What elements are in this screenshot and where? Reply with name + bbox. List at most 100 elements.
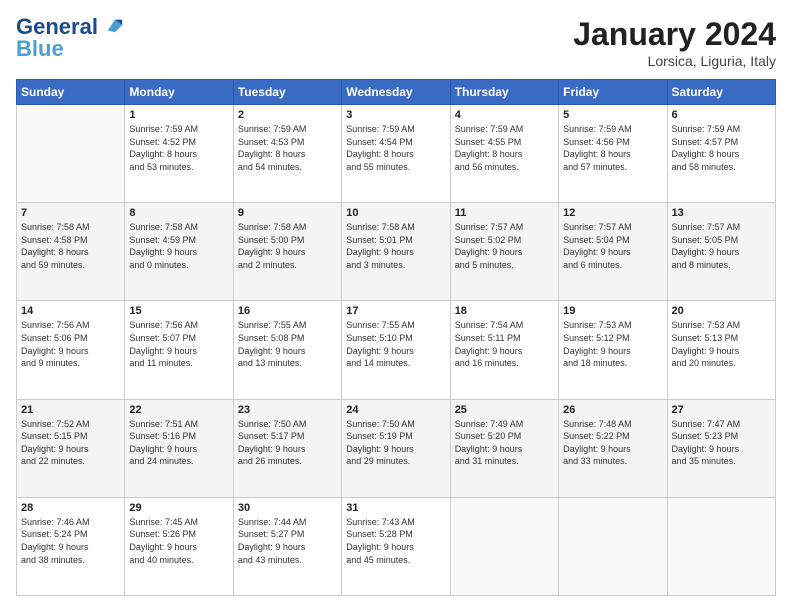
header: General Blue January 2024 Lorsica, Ligur…: [16, 16, 776, 69]
daylight-duration: and 18 minutes.: [563, 358, 627, 368]
day-number: 10: [346, 207, 445, 219]
daylight-label: Daylight: 9 hours: [238, 346, 306, 356]
calendar-cell: 6Sunrise: 7:59 AMSunset: 4:57 PMDaylight…: [667, 105, 775, 203]
sunrise-info: Sunrise: 7:49 AM: [455, 419, 524, 429]
sunrise-info: Sunrise: 7:47 AM: [672, 419, 741, 429]
daylight-duration: and 9 minutes.: [21, 358, 80, 368]
sunset-info: Sunset: 5:26 PM: [129, 529, 196, 539]
daylight-label: Daylight: 9 hours: [238, 444, 306, 454]
calendar-cell: 7Sunrise: 7:58 AMSunset: 4:58 PMDaylight…: [17, 203, 125, 301]
calendar-week-4: 21Sunrise: 7:52 AMSunset: 5:15 PMDayligh…: [17, 399, 776, 497]
day-info: Sunrise: 7:59 AMSunset: 4:53 PMDaylight:…: [238, 123, 337, 173]
daylight-label: Daylight: 9 hours: [563, 346, 631, 356]
sunrise-info: Sunrise: 7:57 AM: [672, 222, 741, 232]
sunset-info: Sunset: 5:17 PM: [238, 431, 305, 441]
calendar-title: January 2024: [573, 16, 776, 53]
day-number: 20: [672, 305, 771, 317]
sunrise-info: Sunrise: 7:55 AM: [346, 320, 415, 330]
logo-icon: [106, 16, 124, 34]
daylight-label: Daylight: 9 hours: [672, 346, 740, 356]
day-number: 28: [21, 502, 120, 514]
day-info: Sunrise: 7:46 AMSunset: 5:24 PMDaylight:…: [21, 516, 120, 566]
sunset-info: Sunset: 5:12 PM: [563, 333, 630, 343]
day-number: 6: [672, 109, 771, 121]
daylight-label: Daylight: 9 hours: [346, 542, 414, 552]
calendar-cell: 29Sunrise: 7:45 AMSunset: 5:26 PMDayligh…: [125, 497, 233, 595]
day-info: Sunrise: 7:50 AMSunset: 5:19 PMDaylight:…: [346, 418, 445, 468]
day-info: Sunrise: 7:49 AM Sunset: 5:20 PM Daylight:…: [455, 418, 554, 468]
sunset-info: Sunset: 4:57 PM: [672, 137, 739, 147]
day-info: Sunrise: 7:56 AMSunset: 5:06 PMDaylight:…: [21, 319, 120, 369]
day-number: 4: [455, 109, 554, 121]
daylight-duration: and 40 minutes.: [129, 555, 193, 565]
daylight-duration: and 45 minutes.: [346, 555, 410, 565]
day-info: Sunrise: 7:44 AMSunset: 5:27 PMDaylight:…: [238, 516, 337, 566]
daylight-duration: and 26 minutes.: [238, 456, 302, 466]
col-thursday: Thursday: [450, 80, 558, 105]
logo-text-blue: Blue: [16, 38, 124, 60]
daylight-duration: and 29 minutes.: [346, 456, 410, 466]
calendar-cell: 13Sunrise: 7:57 AMSunset: 5:05 PMDayligh…: [667, 203, 775, 301]
sunrise-info: Sunrise: 7:57 AM: [455, 222, 524, 232]
day-number: 24: [346, 404, 445, 416]
day-info: Sunrise: 7:58 AMSunset: 4:58 PMDaylight:…: [21, 221, 120, 271]
header-row: Sunday Monday Tuesday Wednesday Thursday…: [17, 80, 776, 105]
calendar-cell: 14Sunrise: 7:56 AMSunset: 5:06 PMDayligh…: [17, 301, 125, 399]
page: General Blue January 2024 Lorsica, Ligur…: [0, 0, 792, 612]
calendar-cell: 3Sunrise: 7:59 AMSunset: 4:54 PMDaylight…: [342, 105, 450, 203]
day-info: Sunrise: 7:59 AMSunset: 4:56 PMDaylight:…: [563, 123, 662, 173]
daylight-label: Daylight: 9 hours: [346, 247, 414, 257]
daylight-label: Daylight: 9 hours: [672, 247, 740, 257]
daylight-label: Daylight: 9 hours: [21, 542, 89, 552]
sunset-info: Sunset: 5:02 PM: [455, 235, 522, 245]
sunset-info: Sunset: 5:08 PM: [238, 333, 305, 343]
daylight-label: Daylight: 9 hours: [346, 346, 414, 356]
daylight-label: Daylight: 9 hours: [455, 247, 523, 257]
daylight-label: Daylight: 9 hours: [455, 444, 523, 454]
day-number: 15: [129, 305, 228, 317]
sunrise-info: Sunrise: 7:52 AM: [21, 419, 90, 429]
sunrise-info: Sunrise: 7:44 AM: [238, 517, 307, 527]
day-info: Sunrise: 7:43 AMSunset: 5:28 PMDaylight:…: [346, 516, 445, 566]
day-info: Sunrise: 7:59 AMSunset: 4:52 PMDaylight:…: [129, 123, 228, 173]
col-friday: Friday: [559, 80, 667, 105]
day-number: 2: [238, 109, 337, 121]
daylight-label: Daylight: 9 hours: [129, 444, 197, 454]
sunset-info: Sunset: 5:05 PM: [672, 235, 739, 245]
sunrise-info: Sunrise: 7:54 AM: [455, 320, 524, 330]
daylight-duration: and 5 minutes.: [455, 260, 514, 270]
day-number: 27: [672, 404, 771, 416]
sunset-info: Sunset: 5:15 PM: [21, 431, 88, 441]
daylight-label: Daylight: 9 hours: [238, 247, 306, 257]
sunrise-info: Sunrise: 7:58 AM: [129, 222, 198, 232]
daylight-label: Daylight: 8 hours: [129, 149, 197, 159]
sunset-info: Sunset: 5:11 PM: [455, 333, 521, 343]
daylight-duration: and 20 minutes.: [672, 358, 736, 368]
sunset-info: Sunset: 5:16 PM: [129, 431, 196, 441]
calendar-week-3: 14Sunrise: 7:56 AMSunset: 5:06 PMDayligh…: [17, 301, 776, 399]
day-number: 5: [563, 109, 662, 121]
sunrise-info: Sunrise: 7:58 AM: [21, 222, 90, 232]
sunrise-info: Sunrise: 7:43 AM: [346, 517, 415, 527]
calendar-week-1: 1Sunrise: 7:59 AMSunset: 4:52 PMDaylight…: [17, 105, 776, 203]
sunset-info: Sunset: 4:55 PM: [455, 137, 522, 147]
daylight-label: Daylight: 8 hours: [672, 149, 740, 159]
day-number: 11: [455, 207, 554, 219]
calendar-cell: [667, 497, 775, 595]
daylight-label: Daylight: 9 hours: [346, 444, 414, 454]
calendar-cell: 21Sunrise: 7:52 AMSunset: 5:15 PMDayligh…: [17, 399, 125, 497]
sunset-info: Sunset: 4:59 PM: [129, 235, 196, 245]
daylight-label: Daylight: 8 hours: [346, 149, 414, 159]
calendar-cell: 30Sunrise: 7:44 AMSunset: 5:27 PMDayligh…: [233, 497, 341, 595]
calendar-week-2: 7Sunrise: 7:58 AMSunset: 4:58 PMDaylight…: [17, 203, 776, 301]
calendar-cell: [559, 497, 667, 595]
day-info: Sunrise: 7:58 AMSunset: 5:01 PMDaylight:…: [346, 221, 445, 271]
day-info: Sunrise: 7:57 AMSunset: 5:04 PMDaylight:…: [563, 221, 662, 271]
calendar-cell: 27Sunrise: 7:47 AMSunset: 5:23 PMDayligh…: [667, 399, 775, 497]
daylight-label: Daylight: 8 hours: [563, 149, 631, 159]
calendar-subtitle: Lorsica, Liguria, Italy: [573, 53, 776, 69]
sunset-info: Sunset: 5:20 PM: [455, 431, 522, 441]
sunrise-info: Sunrise: 7:57 AM: [563, 222, 632, 232]
sunrise-info: Sunrise: 7:59 AM: [129, 124, 198, 134]
day-info: Sunrise: 7:55 AMSunset: 5:10 PMDaylight:…: [346, 319, 445, 369]
